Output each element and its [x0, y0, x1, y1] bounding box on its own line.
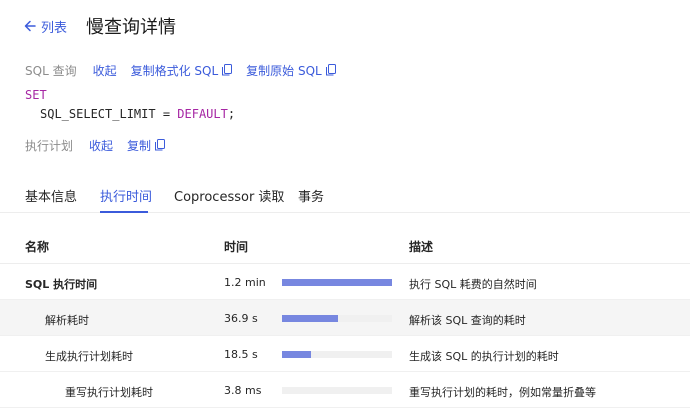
sql-code-end: ; [227, 107, 236, 121]
row-name: 重写执行计划耗时 [65, 386, 153, 399]
tab-basic-info[interactable]: 基本信息 [25, 180, 77, 213]
sql-code-text: SQL_SELECT_LIMIT = [40, 107, 178, 121]
copy-original-sql-link[interactable]: 复制原始 SQL [246, 62, 336, 79]
time-bar-track [282, 315, 392, 322]
sql-keyword-default: DEFAULT [177, 107, 228, 121]
row-description: 生成该 SQL 的执行计划的耗时 [409, 350, 559, 363]
row-name: 生成执行计划耗时 [45, 350, 133, 363]
sql-code-block: SET SQL_SELECT_LIMIT = DEFAULT; [25, 86, 235, 124]
arrow-left-icon [24, 20, 36, 32]
sql-query-toolbar: SQL 查询 收起 复制格式化 SQL 复制原始 SQL [25, 61, 350, 79]
sql-keyword-set: SET [25, 88, 47, 102]
back-to-list-link[interactable]: 列表 [24, 16, 67, 36]
tab-coprocessor-label: Coprocessor 读取 [174, 190, 285, 205]
row-description: 解析该 SQL 查询的耗时 [409, 314, 526, 327]
table-row: SQL 执行时间 1.2 min 执行 SQL 耗费的自然时间 [0, 264, 690, 300]
plan-toolbar: 执行计划 收起 复制 [25, 136, 179, 154]
sql-query-label: SQL 查询 [25, 63, 77, 78]
column-header-desc: 描述 [409, 240, 434, 254]
time-bar-fill [282, 351, 311, 358]
tab-bar: 基本信息 执行时间 Coprocessor 读取 事务 [0, 180, 690, 213]
table-row: 生成执行计划耗时 18.5 s 生成该 SQL 的执行计划的耗时 [0, 336, 690, 372]
time-bar-track [282, 387, 392, 394]
column-header-name: 名称 [25, 240, 50, 254]
time-bar-track [282, 279, 392, 286]
tab-transaction[interactable]: 事务 [298, 180, 324, 213]
copy-formatted-label: 复制格式化 SQL [130, 63, 219, 78]
row-time: 1.2 min [224, 276, 266, 289]
sql-collapse-link[interactable]: 收起 [93, 62, 117, 79]
tab-execution-time-label: 执行时间 [100, 190, 153, 205]
plan-label: 执行计划 [25, 138, 74, 153]
plan-copy-label: 复制 [127, 138, 152, 153]
copy-icon [325, 64, 336, 76]
sql-collapse-label: 收起 [92, 63, 117, 78]
table-row: 解析耗时 36.9 s 解析该 SQL 查询的耗时 [0, 300, 690, 336]
copy-formatted-sql-link[interactable]: 复制格式化 SQL [131, 62, 233, 79]
row-description: 重写执行计划的耗时，例如常量折叠等 [409, 386, 596, 399]
tab-execution-time[interactable]: 执行时间 [100, 180, 152, 213]
row-time: 36.9 s [224, 312, 258, 325]
copy-icon [222, 64, 233, 76]
row-name: 解析耗时 [45, 314, 89, 327]
copy-original-label: 复制原始 SQL [246, 63, 322, 78]
row-name: SQL 执行时间 [25, 278, 98, 291]
plan-collapse-label: 收起 [89, 138, 114, 153]
tab-transaction-label: 事务 [298, 190, 325, 205]
column-header-time: 时间 [224, 240, 249, 254]
time-bar-fill [282, 279, 392, 286]
active-tab-indicator [100, 211, 148, 213]
plan-copy-link[interactable]: 复制 [127, 137, 166, 154]
time-bar-track [282, 351, 392, 358]
page-title: 慢查询详情 [86, 17, 176, 38]
plan-collapse-link[interactable]: 收起 [89, 137, 113, 154]
tab-basic-info-label: 基本信息 [25, 190, 78, 205]
table-header: 名称 时间 描述 [0, 228, 690, 264]
tab-coprocessor-read[interactable]: Coprocessor 读取 [174, 180, 284, 213]
time-bar-fill [282, 315, 339, 322]
row-description: 执行 SQL 耗费的自然时间 [409, 278, 537, 291]
table-row: 重写执行计划耗时 3.8 ms 重写执行计划的耗时，例如常量折叠等 [0, 372, 690, 408]
back-label: 列表 [41, 20, 68, 36]
row-time: 18.5 s [224, 348, 258, 361]
copy-icon [155, 139, 166, 151]
row-time: 3.8 ms [224, 384, 262, 397]
